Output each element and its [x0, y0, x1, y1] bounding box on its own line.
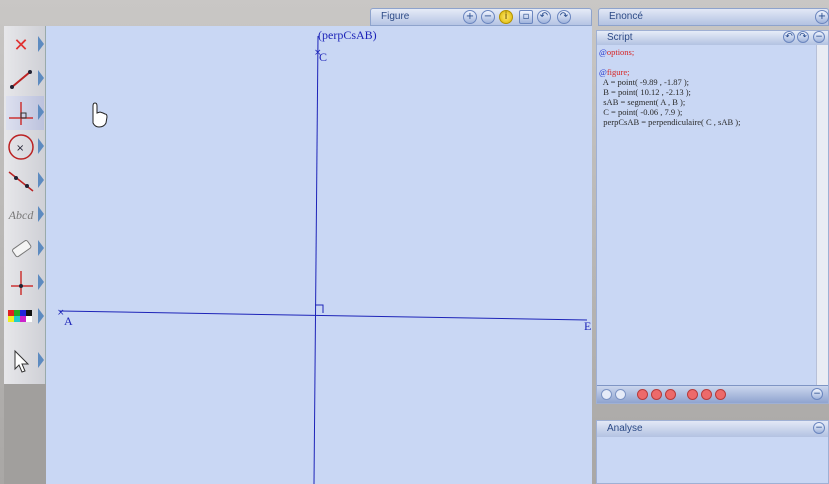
analyse-panel-header[interactable]: Analyse −	[597, 421, 828, 437]
script-line: B = point( 10.12 , -2.13 );	[599, 87, 814, 97]
submenu-arrow-icon[interactable]	[38, 36, 44, 52]
palette-icon	[6, 302, 36, 332]
check-icon[interactable]	[665, 389, 676, 400]
settings-icon[interactable]	[687, 389, 698, 400]
label-point-a: A	[64, 314, 73, 328]
script-editor[interactable]: @options; @figure; A = point( -9.89 , -1…	[599, 47, 814, 127]
script-directive-marker: @	[599, 67, 607, 77]
script-statement: B = point( 10.12 , -2.13 );	[599, 87, 691, 97]
zoom-out-icon[interactable]: −	[481, 10, 495, 24]
script-line: perpCsAB = perpendiculaire( C , sAB );	[599, 117, 814, 127]
svg-text:×: ×	[16, 143, 24, 154]
script-statement: perpCsAB = perpendiculaire( C , sAB );	[599, 117, 741, 127]
script-line	[599, 57, 814, 67]
info-icon[interactable]	[701, 389, 712, 400]
script-statement	[599, 57, 601, 67]
submenu-arrow-icon[interactable]	[38, 104, 44, 120]
script-panel-header: Script ↶ ↷ −	[597, 31, 828, 45]
script-statement: sAB = segment( A , B );	[599, 97, 686, 107]
perpendicular-icon	[6, 98, 36, 128]
zoom-in-icon[interactable]: +	[463, 10, 477, 24]
label-point-b: E	[584, 319, 592, 333]
line-icon	[6, 166, 36, 196]
figure-canvas[interactable]: × × (perpCsAB) C A E	[46, 26, 592, 484]
text-tool[interactable]: Abcd	[6, 198, 44, 232]
script-directive: figure;	[606, 67, 630, 77]
run-icon[interactable]	[637, 389, 648, 400]
remove-icon[interactable]	[615, 389, 626, 400]
script-toolbar: −	[597, 385, 828, 403]
submenu-arrow-icon[interactable]	[38, 70, 44, 86]
step-icon[interactable]	[651, 389, 662, 400]
undo-icon[interactable]: ↶	[783, 31, 795, 43]
toolbar-filler	[4, 384, 46, 484]
script-statement: C = point( -0.06 , 7.9 );	[599, 107, 683, 117]
eraser-icon	[6, 234, 36, 264]
info-icon[interactable]: i	[499, 10, 513, 24]
script-line: C = point( -0.06 , 7.9 );	[599, 107, 814, 117]
figure-panel-header: Figure + − i ▫ ↶ ↷	[370, 8, 592, 26]
submenu-arrow-icon[interactable]	[38, 274, 44, 290]
right-angle-marker	[315, 304, 324, 313]
line-tool[interactable]	[6, 164, 44, 198]
analyse-panel: Analyse −	[596, 420, 829, 484]
perpendicular-tool[interactable]	[6, 96, 44, 130]
script-line: A = point( -9.89 , -1.87 );	[599, 77, 814, 87]
redo-icon[interactable]: ↷	[557, 10, 571, 24]
circle-icon: ×	[6, 132, 36, 162]
hand-cursor-icon	[92, 102, 108, 128]
script-panel-title: Script	[607, 32, 633, 43]
text-icon: Abcd	[8, 207, 34, 222]
script-panel: Script ↶ ↷ − @options; @figure; A = poin…	[596, 30, 829, 404]
submenu-arrow-icon[interactable]	[38, 206, 44, 222]
enonce-panel-title: Enoncé	[609, 11, 643, 22]
eraser-tool[interactable]	[6, 232, 44, 266]
delete-tool[interactable]: ✕	[6, 28, 44, 62]
point-tool[interactable]	[6, 266, 44, 300]
expand-icon[interactable]: +	[815, 10, 829, 24]
label-point-c: C	[319, 50, 328, 64]
submenu-arrow-icon[interactable]	[38, 172, 44, 188]
point-icon	[6, 268, 36, 298]
minimize-icon[interactable]: −	[811, 388, 823, 400]
script-directive: options;	[606, 47, 635, 57]
segment-icon	[6, 64, 36, 94]
pointer-icon	[6, 346, 36, 376]
line-perpcsab	[313, 35, 319, 484]
submenu-arrow-icon[interactable]	[38, 352, 44, 368]
circle-tool[interactable]: ×	[6, 130, 44, 164]
enonce-panel-header[interactable]: Enoncé +	[598, 8, 829, 26]
collapse-icon[interactable]: −	[813, 422, 825, 434]
tool-palette: ✕ × Abcd	[4, 26, 46, 384]
label-perpcsab: (perpCsAB)	[318, 28, 377, 42]
figure-panel-title: Figure	[381, 11, 410, 22]
redo-icon[interactable]: ↷	[797, 31, 809, 43]
submenu-arrow-icon[interactable]	[38, 240, 44, 256]
script-line: sAB = segment( A , B );	[599, 97, 814, 107]
red-x-icon: ✕	[13, 34, 29, 56]
add-icon[interactable]	[601, 389, 612, 400]
script-scrollbar[interactable]	[816, 45, 828, 387]
submenu-arrow-icon[interactable]	[38, 138, 44, 154]
select-tool[interactable]	[6, 344, 44, 378]
submenu-arrow-icon[interactable]	[38, 308, 44, 324]
script-line: @options;	[599, 47, 814, 57]
script-line: @figure;	[599, 67, 814, 77]
figure-drawing: × ×	[57, 35, 588, 484]
script-statement: A = point( -9.89 , -1.87 );	[599, 77, 690, 87]
fit-view-icon[interactable]: ▫	[519, 10, 533, 24]
analyse-panel-title: Analyse	[607, 423, 643, 434]
script-directive-marker: @	[599, 47, 607, 57]
color-tool[interactable]	[6, 300, 44, 334]
help-icon[interactable]	[715, 389, 726, 400]
collapse-icon[interactable]: −	[813, 31, 825, 43]
segment-tool[interactable]	[6, 62, 44, 96]
geometry-app: Figure + − i ▫ ↶ ↷ Enoncé + ✕ × Abcd × ×…	[0, 0, 829, 484]
undo-icon[interactable]: ↶	[537, 10, 551, 24]
